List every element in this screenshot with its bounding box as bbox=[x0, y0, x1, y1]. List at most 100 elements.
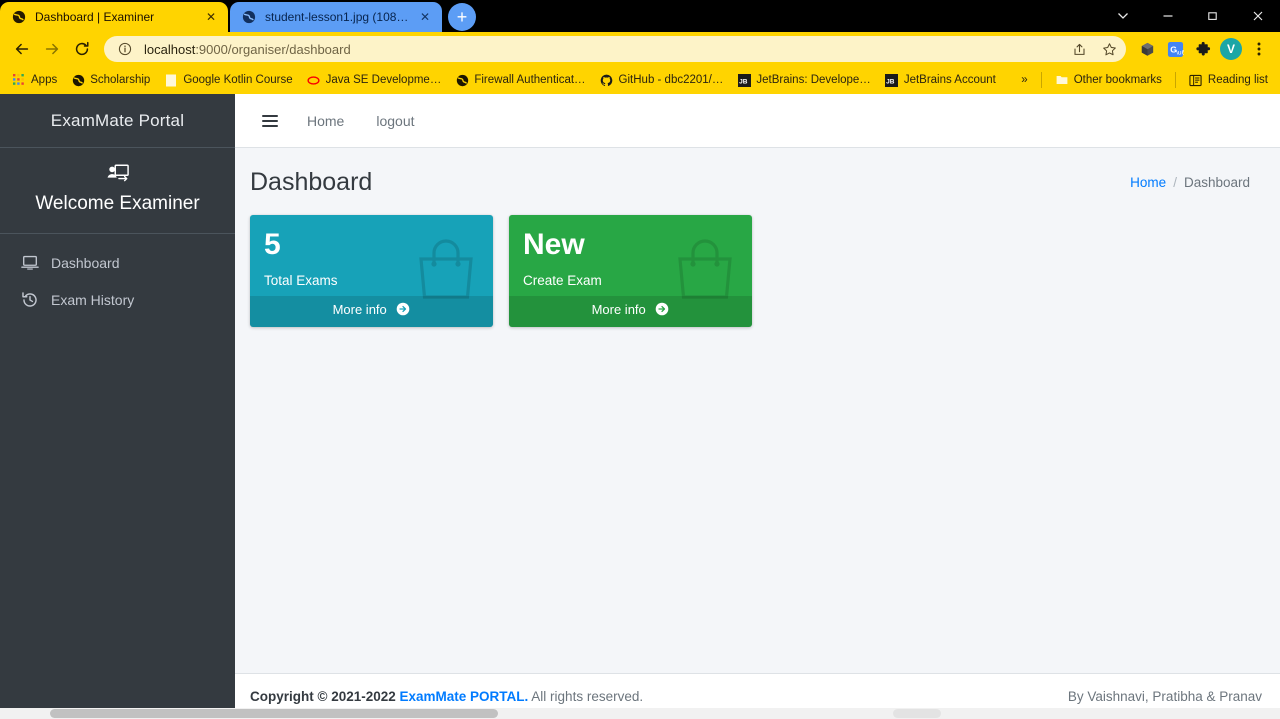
forward-button[interactable] bbox=[38, 35, 66, 63]
jetbrains-icon: JB bbox=[737, 73, 751, 87]
footer-copyright-prefix: Copyright © 2021-2022 bbox=[250, 689, 400, 704]
url-text: localhost:9000/organiser/dashboard bbox=[144, 42, 1060, 57]
sidebar-user-panel: Welcome Examiner bbox=[0, 148, 235, 234]
navbar-link-home[interactable]: Home bbox=[295, 107, 356, 135]
github-icon bbox=[600, 73, 614, 87]
bookmark-label: Java SE Developme… bbox=[325, 74, 442, 86]
apps-grid-icon bbox=[12, 73, 26, 87]
google-translate-icon[interactable]: G\u6587 bbox=[1162, 36, 1188, 62]
card-more-info-link[interactable]: More info bbox=[250, 295, 493, 327]
browser-toolbar: localhost:9000/organiser/dashboard G\u65… bbox=[0, 32, 1280, 66]
bookmark-github[interactable]: GitHub - dbc2201/… bbox=[594, 71, 730, 89]
top-navbar: Home logout bbox=[235, 94, 1280, 148]
breadcrumb-separator: / bbox=[1173, 175, 1177, 190]
bookmark-label: Firewall Authenticat… bbox=[474, 74, 586, 86]
welcome-text: Welcome Examiner bbox=[35, 193, 200, 214]
user-card-icon bbox=[107, 164, 129, 187]
sidebar-nav: Dashboard Exam History bbox=[0, 234, 235, 316]
address-bar[interactable]: localhost:9000/organiser/dashboard bbox=[104, 36, 1126, 62]
sidebar-item-label: Exam History bbox=[51, 292, 135, 308]
tab-title: Dashboard | Examiner bbox=[35, 10, 155, 24]
maximize-icon[interactable] bbox=[1190, 0, 1235, 32]
bookmark-scholarship[interactable]: Scholarship bbox=[65, 71, 156, 89]
laptop-icon bbox=[20, 255, 40, 271]
bookmark-jetbrains-developer[interactable]: JB JetBrains: Develope… bbox=[731, 71, 876, 89]
oracle-icon bbox=[307, 73, 321, 87]
card-total-exams[interactable]: 5 Total Exams More info bbox=[250, 215, 493, 327]
breadcrumb-home[interactable]: Home bbox=[1130, 175, 1166, 190]
navbar-link-logout[interactable]: logout bbox=[364, 107, 426, 135]
footer-copyright: Copyright © 2021-2022 ExamMate PORTAL. A… bbox=[250, 689, 643, 704]
bookmark-firewall-authentication[interactable]: Firewall Authenticat… bbox=[449, 71, 591, 89]
history-icon bbox=[20, 291, 40, 309]
reading-list-button[interactable]: Reading list bbox=[1183, 71, 1274, 89]
content-column: Home logout Dashboard Home / Dashboard 5 bbox=[235, 94, 1280, 719]
sidebar-item-dashboard[interactable]: Dashboard bbox=[10, 248, 225, 278]
bookmarks-divider bbox=[1040, 72, 1042, 88]
content-header: Dashboard Home / Dashboard bbox=[235, 148, 1280, 207]
footer-credits: By Vaishnavi, Pratibha & Pranav bbox=[1067, 689, 1262, 704]
star-icon[interactable] bbox=[1098, 38, 1120, 60]
close-icon[interactable]: ✕ bbox=[417, 9, 433, 25]
bookmark-apps[interactable]: Apps bbox=[6, 71, 63, 89]
hamburger-icon[interactable] bbox=[253, 104, 287, 138]
bookmark-java-se-development[interactable]: Java SE Developme… bbox=[301, 71, 448, 89]
three-dot-menu-icon[interactable] bbox=[1246, 36, 1272, 62]
page-title: Dashboard bbox=[250, 168, 373, 196]
card-body: 5 Total Exams bbox=[250, 215, 493, 296]
back-button[interactable] bbox=[8, 35, 36, 63]
footer-brand-link[interactable]: ExamMate PORTAL. bbox=[400, 689, 529, 704]
svg-text:JB: JB bbox=[739, 78, 748, 85]
browser-window: Dashboard | Examiner ✕ student-lesson1.j… bbox=[0, 0, 1280, 719]
site-info-icon[interactable] bbox=[114, 38, 136, 60]
bookmark-label: Google Kotlin Course bbox=[183, 74, 293, 86]
card-body: New Create Exam bbox=[509, 215, 752, 296]
bookmark-jetbrains-account[interactable]: JB JetBrains Account bbox=[879, 71, 1002, 89]
footer-copyright-suffix: All rights reserved. bbox=[528, 689, 644, 704]
bookmarks-overflow-button[interactable]: » bbox=[1015, 72, 1033, 88]
bookmark-google-kotlin-course[interactable]: Google Kotlin Course bbox=[158, 71, 298, 89]
bookmarks-bar: Apps Scholarship Google Kotlin Course Ja… bbox=[0, 66, 1280, 94]
tab-title: student-lesson1.jpg (1080×720) bbox=[265, 10, 409, 24]
jetbrains-icon: JB bbox=[885, 73, 899, 87]
arrow-circle-right-icon bbox=[396, 302, 410, 319]
extensions-puzzle-icon[interactable] bbox=[1190, 36, 1216, 62]
sidebar-item-exam-history[interactable]: Exam History bbox=[10, 284, 225, 316]
avatar[interactable]: V bbox=[1218, 36, 1244, 62]
bookmarks-divider-2 bbox=[1174, 72, 1176, 88]
card-label: Create Exam bbox=[523, 272, 602, 288]
other-bookmarks-folder[interactable]: Other bookmarks bbox=[1049, 71, 1168, 89]
page-viewport: ExamMate Portal Welcome Examiner Dashboa… bbox=[0, 94, 1280, 719]
scrollbar-thumb[interactable] bbox=[50, 709, 498, 718]
bookmark-label: JetBrains Account bbox=[903, 74, 996, 86]
svg-text:JB: JB bbox=[886, 78, 895, 85]
sidebar-item-label: Dashboard bbox=[51, 255, 120, 271]
card-footer-label: More info bbox=[591, 301, 646, 317]
sidebar-brand[interactable]: ExamMate Portal bbox=[0, 94, 235, 148]
main-content: Dashboard Home / Dashboard 5 Total Exams bbox=[235, 148, 1280, 673]
avatar-initial: V bbox=[1220, 38, 1242, 60]
close-icon[interactable] bbox=[1235, 0, 1280, 32]
scrollbar-thumb-secondary[interactable] bbox=[893, 709, 941, 718]
breadcrumb-current: Dashboard bbox=[1183, 175, 1250, 190]
breadcrumb: Home / Dashboard bbox=[1130, 175, 1250, 190]
card-label: Total Exams bbox=[264, 272, 338, 288]
horizontal-scrollbar[interactable] bbox=[0, 708, 1280, 719]
globe-icon bbox=[455, 73, 469, 87]
share-icon[interactable] bbox=[1068, 38, 1090, 60]
tab-search-icon[interactable] bbox=[1100, 0, 1145, 32]
arrow-circle-right-icon bbox=[655, 302, 669, 319]
other-bookmarks-label: Other bookmarks bbox=[1073, 74, 1162, 86]
url-path: :9000/organiser/dashboard bbox=[195, 41, 351, 57]
new-tab-button[interactable]: + bbox=[448, 3, 476, 31]
browser-tab-active[interactable]: Dashboard | Examiner ✕ bbox=[0, 2, 228, 32]
browser-tab-inactive[interactable]: student-lesson1.jpg (1080×720) ✕ bbox=[230, 2, 442, 32]
stat-cards: 5 Total Exams More info New Create Exam … bbox=[235, 207, 1280, 327]
card-create-exam[interactable]: New Create Exam More info bbox=[509, 215, 752, 327]
cube-icon[interactable] bbox=[1134, 36, 1160, 62]
reload-button[interactable] bbox=[68, 35, 96, 63]
close-icon[interactable]: ✕ bbox=[203, 9, 219, 25]
card-more-info-link[interactable]: More info bbox=[509, 295, 752, 327]
globe-icon bbox=[11, 9, 27, 25]
minimize-icon[interactable] bbox=[1145, 0, 1190, 32]
